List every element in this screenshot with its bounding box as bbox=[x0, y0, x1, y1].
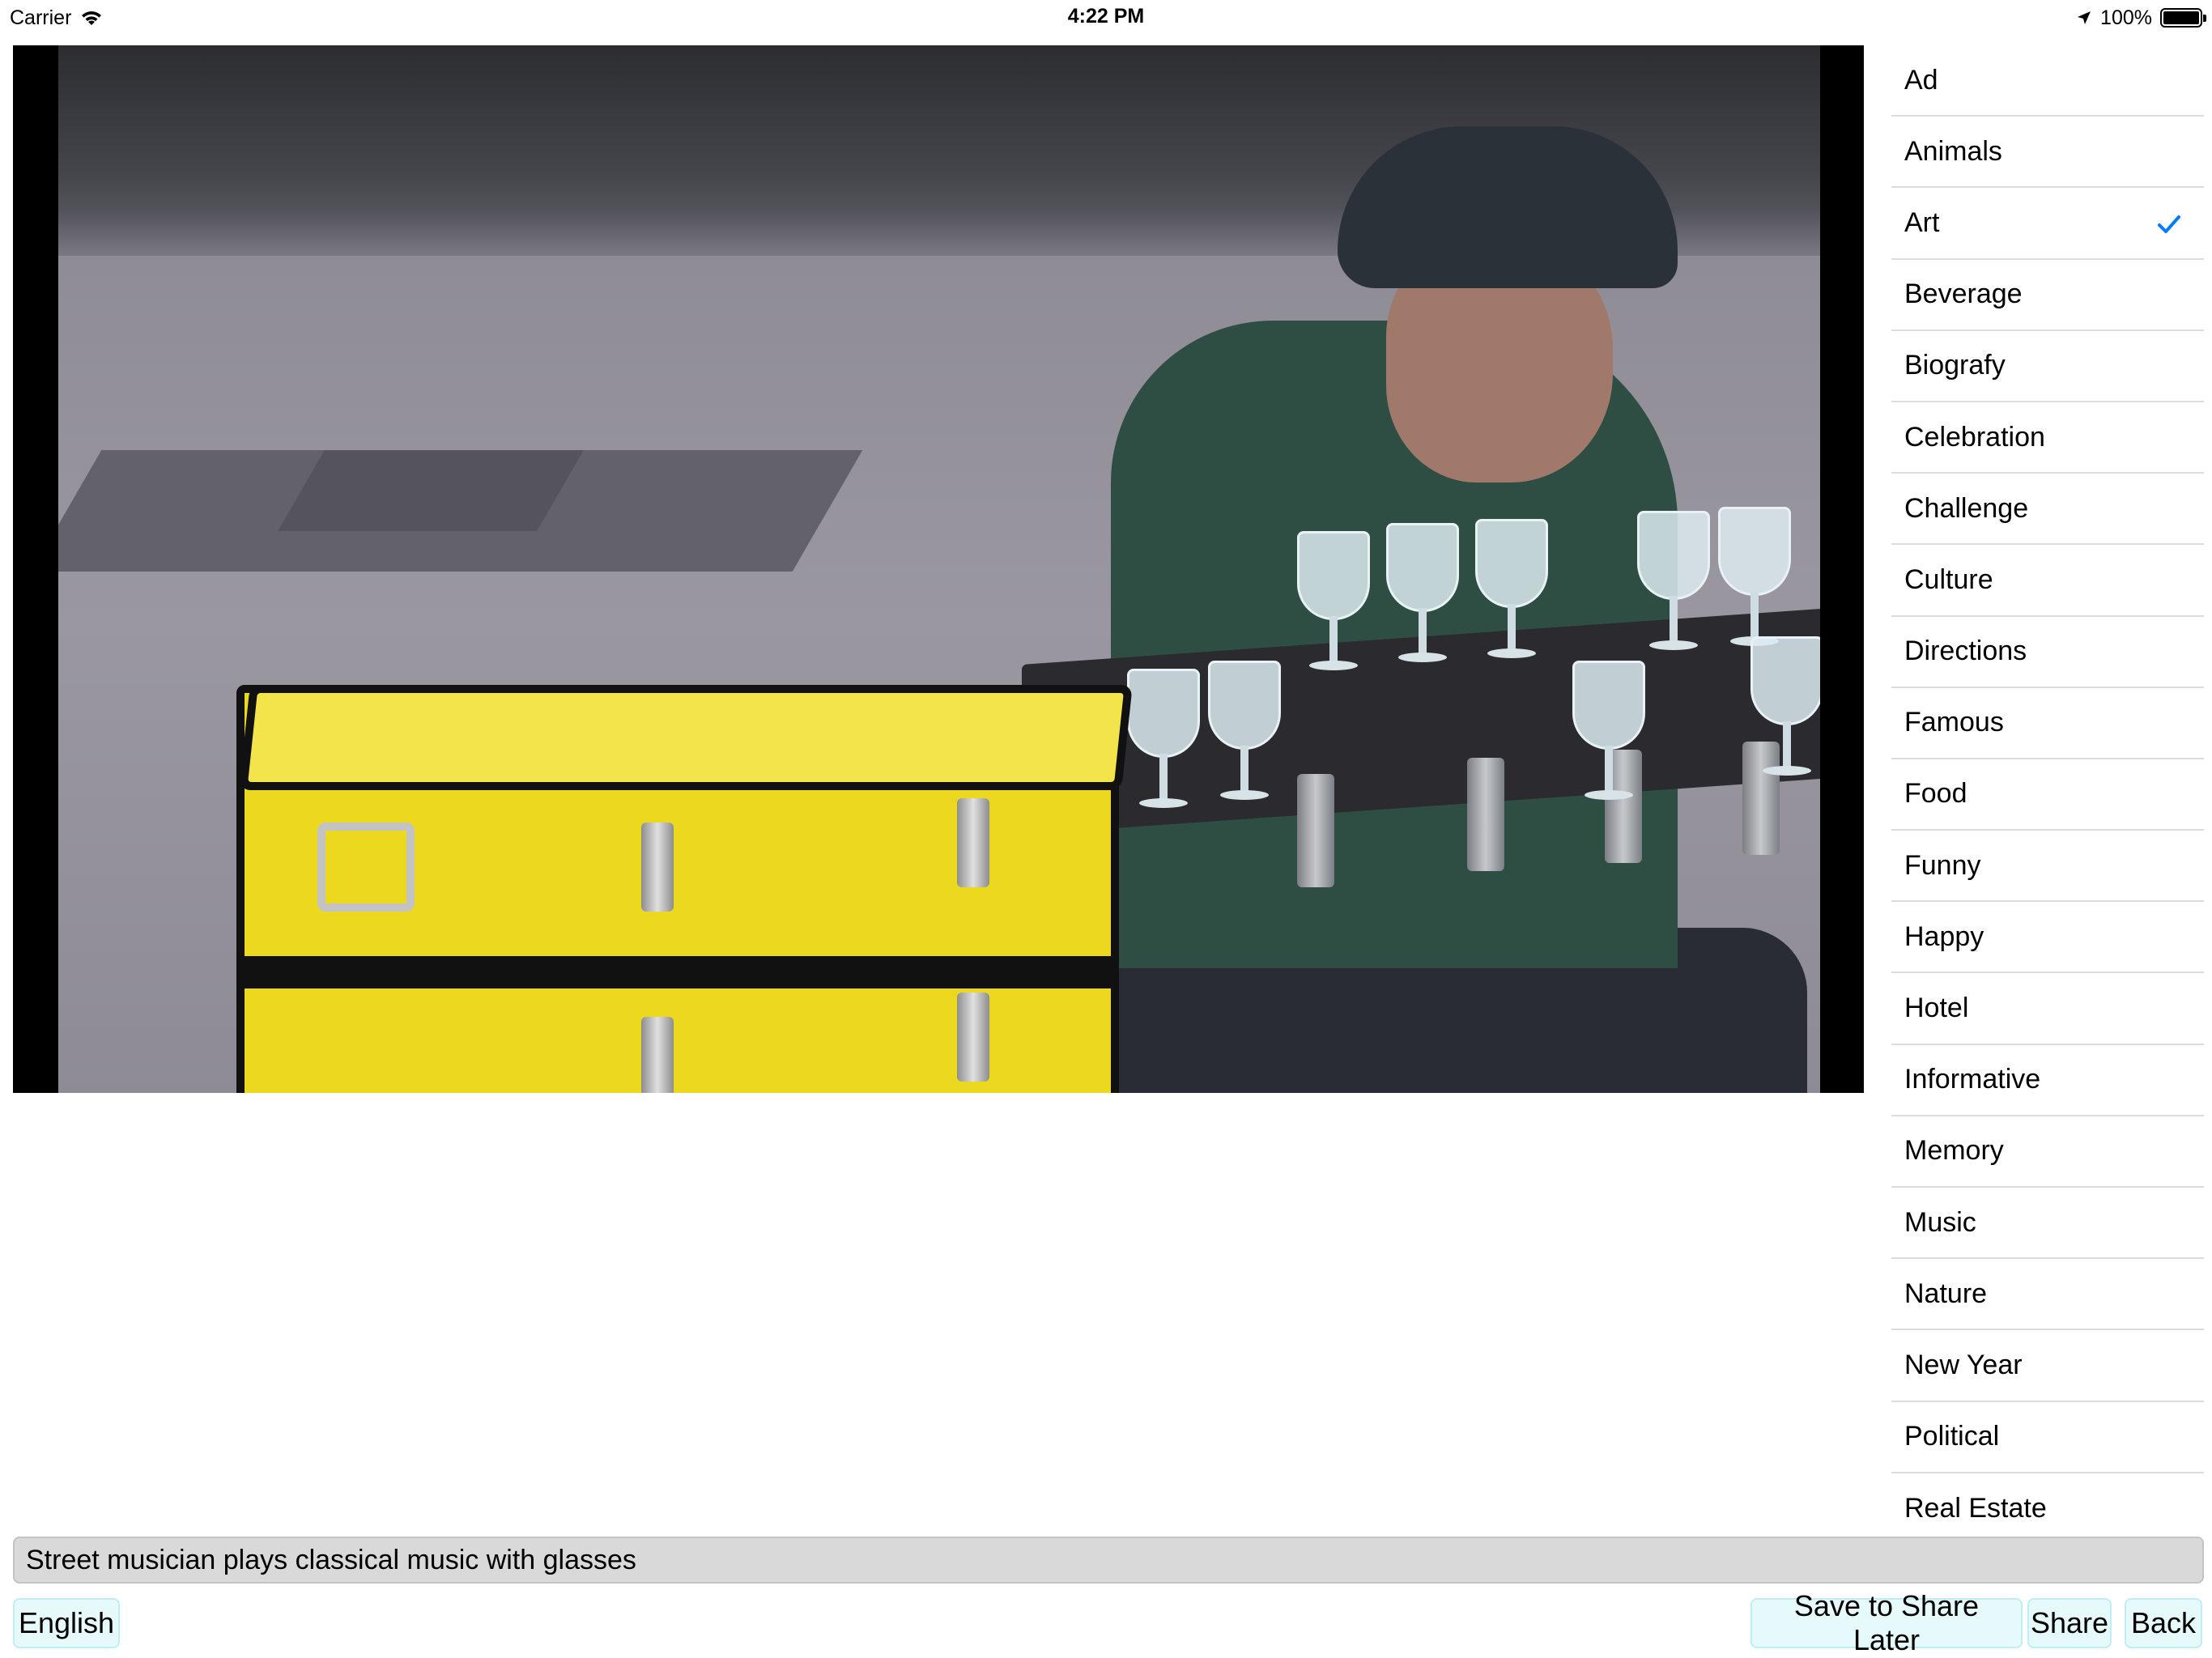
video-frame bbox=[58, 45, 1820, 1093]
category-item-label: Informative bbox=[1904, 1064, 2041, 1095]
checkmark-icon bbox=[2158, 215, 2180, 234]
battery-fill bbox=[2163, 11, 2199, 24]
category-item-label: Art bbox=[1904, 206, 1940, 238]
category-item-label: Memory bbox=[1904, 1135, 2004, 1167]
yellow-trunk-lid bbox=[239, 685, 1133, 790]
back-button[interactable]: Back bbox=[2125, 1598, 2202, 1648]
category-item-informative[interactable]: Informative bbox=[1891, 1045, 2204, 1116]
yellow-trunk-band bbox=[236, 956, 1119, 988]
category-item-label: Nature bbox=[1904, 1278, 1988, 1309]
category-item-label: Celebration bbox=[1904, 421, 2045, 453]
video-description-field[interactable]: Street musician plays classical music wi… bbox=[13, 1537, 2204, 1584]
share-button[interactable]: Share bbox=[2027, 1598, 2112, 1648]
category-item-label: Real Estate bbox=[1904, 1493, 2047, 1524]
category-item-animals[interactable]: Animals bbox=[1891, 117, 2204, 189]
category-item-nature[interactable]: Nature bbox=[1891, 1259, 2204, 1331]
category-item-label: Beverage bbox=[1904, 278, 2023, 310]
category-item-label: Food bbox=[1904, 778, 1967, 810]
category-item-label: Political bbox=[1904, 1421, 2000, 1452]
street-grate-inner bbox=[278, 450, 584, 531]
category-item-famous[interactable]: Famous bbox=[1891, 688, 2204, 759]
category-item-happy[interactable]: Happy bbox=[1891, 902, 2204, 974]
trunk-latch bbox=[641, 823, 674, 912]
category-item-label: Funny bbox=[1904, 849, 1981, 881]
category-item-hotel[interactable]: Hotel bbox=[1891, 973, 2204, 1045]
category-list[interactable]: Ad Animals Art Beverage Biografy Celebration C… bbox=[1891, 45, 2204, 1545]
category-item-label: Challenge bbox=[1904, 492, 2029, 524]
category-item-celebration[interactable]: Celebration bbox=[1891, 402, 2204, 474]
category-item-label: Hotel bbox=[1904, 993, 1969, 1024]
category-item-funny[interactable]: Funny bbox=[1891, 831, 2204, 903]
video-player[interactable] bbox=[13, 45, 1864, 1093]
category-item-label: Happy bbox=[1904, 920, 1984, 952]
category-item-label: Ad bbox=[1904, 64, 1938, 96]
category-item-label: Biografy bbox=[1904, 350, 2006, 381]
battery-percent: 100% bbox=[2100, 6, 2152, 29]
category-item-food[interactable]: Food bbox=[1891, 759, 2204, 831]
category-item-label: Famous bbox=[1904, 707, 2004, 738]
status-bar-right: 100% bbox=[2076, 5, 2206, 31]
category-item-music[interactable]: Music bbox=[1891, 1188, 2204, 1260]
category-item-label: Directions bbox=[1904, 636, 2027, 667]
category-item-new-year[interactable]: New Year bbox=[1891, 1330, 2204, 1402]
trunk-handle bbox=[317, 823, 415, 912]
trunk-latch bbox=[641, 1017, 674, 1093]
category-item-culture[interactable]: Culture bbox=[1891, 545, 2204, 617]
category-item-label: Music bbox=[1904, 1206, 1976, 1238]
category-item-label: Culture bbox=[1904, 563, 1993, 595]
trunk-latch bbox=[957, 993, 989, 1082]
category-item-political[interactable]: Political bbox=[1891, 1402, 2204, 1473]
category-item-art[interactable]: Art bbox=[1891, 188, 2204, 260]
trunk-latch bbox=[957, 798, 989, 887]
video-description-text: Street musician plays classical music wi… bbox=[26, 1544, 636, 1575]
category-item-ad[interactable]: Ad bbox=[1891, 45, 2204, 117]
category-item-label: Animals bbox=[1904, 135, 2002, 167]
save-to-share-later-button[interactable]: Save to Share Later bbox=[1750, 1589, 2023, 1656]
category-item-label: New Year bbox=[1904, 1349, 2023, 1380]
status-time: 4:22 PM bbox=[1067, 5, 1145, 28]
category-item-memory[interactable]: Memory bbox=[1891, 1116, 2204, 1188]
category-item-biografy[interactable]: Biografy bbox=[1891, 331, 2204, 402]
category-item-beverage[interactable]: Beverage bbox=[1891, 260, 2204, 331]
battery-icon bbox=[2160, 8, 2206, 28]
location-arrow-icon bbox=[2078, 11, 2091, 24]
language-button[interactable]: English bbox=[13, 1598, 120, 1648]
category-item-directions[interactable]: Directions bbox=[1891, 617, 2204, 688]
category-item-challenge[interactable]: Challenge bbox=[1891, 474, 2204, 546]
category-item-real-estate[interactable]: Real Estate bbox=[1891, 1473, 2204, 1545]
status-bar: Carrier 4:22 PM 100% bbox=[0, 0, 2212, 36]
